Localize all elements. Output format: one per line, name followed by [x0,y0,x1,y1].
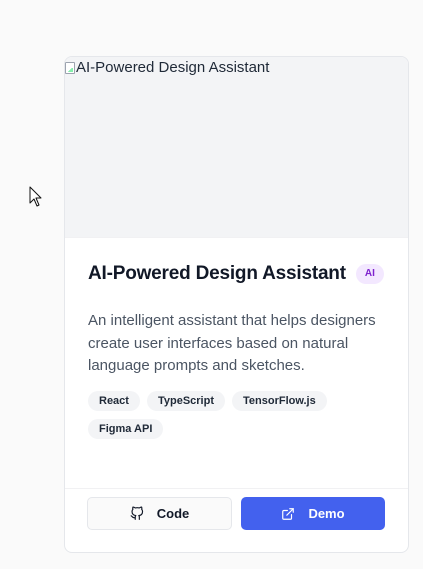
tech-tags: React TypeScript TensorFlow.js Figma API [88,390,388,439]
demo-button-label: Demo [308,506,345,521]
card-divider [65,488,408,489]
project-card: AI-Powered Design Assistant AI-Powered D… [64,56,409,553]
github-icon [130,506,143,520]
tag-react: React [88,390,140,411]
image-alt-text: AI-Powered Design Assistant [76,59,270,76]
code-button-label: Code [156,506,190,521]
project-title: AI-Powered Design Assistant [88,263,346,284]
broken-image: AI-Powered Design Assistant [65,59,269,76]
tag-figma-api: Figma API [88,418,164,439]
project-image: AI-Powered Design Assistant [65,57,408,238]
broken-image-icon [65,61,75,74]
tag-tensorflowjs: TensorFlow.js [232,390,327,411]
tag-typescript: TypeScript [146,390,225,411]
card-actions: Code Demo [87,497,385,530]
ai-badge: AI [355,264,384,284]
mouse-cursor-icon [29,186,42,207]
demo-button[interactable]: Demo [241,497,385,530]
project-description: An intelligent assistant that helps desi… [88,312,376,374]
external-link-icon [282,507,295,520]
code-button[interactable]: Code [87,497,232,530]
